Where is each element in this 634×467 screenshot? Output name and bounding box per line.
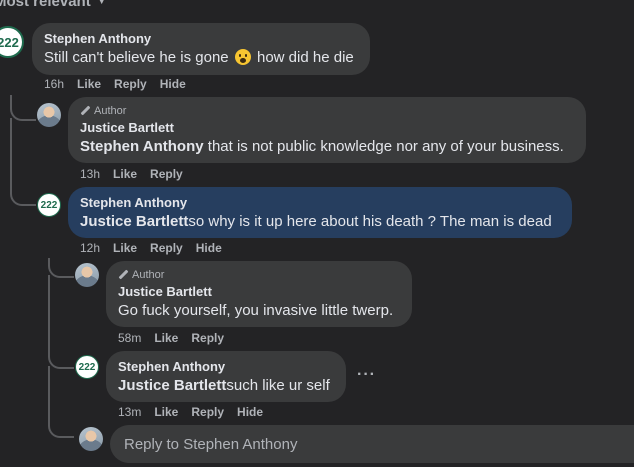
chevron-down-icon: ▼	[96, 0, 107, 7]
thread-line	[48, 275, 74, 369]
reply-button[interactable]: Reply	[191, 405, 224, 419]
mention-link[interactable]: Justice Bartlett	[118, 377, 226, 394]
avatar[interactable]: 222	[75, 355, 99, 379]
more-options-icon[interactable]: ···	[357, 366, 376, 384]
comment-actions: 12h Like Reply Hide	[80, 241, 222, 255]
avatar[interactable]	[75, 263, 99, 287]
reply-button[interactable]: Reply	[150, 167, 183, 181]
avatar[interactable]: 222	[37, 193, 61, 217]
like-button[interactable]: Like	[154, 331, 178, 345]
author-badge: Author	[118, 269, 400, 281]
comment-time[interactable]: 58m	[118, 331, 141, 345]
comment-time[interactable]: 16h	[44, 77, 64, 91]
comment-actions: 16h Like Reply Hide	[44, 77, 186, 91]
reply-button[interactable]: Reply	[114, 77, 147, 91]
comment-actions: 58m Like Reply	[118, 331, 224, 345]
comment-author[interactable]: Stephen Anthony	[44, 31, 358, 46]
comment-author[interactable]: Stephen Anthony	[80, 195, 560, 210]
like-button[interactable]: Like	[113, 167, 137, 181]
like-button[interactable]: Like	[77, 77, 101, 91]
comment-time[interactable]: 13h	[80, 167, 100, 181]
comment-text: Justice Bartlettso why is it up here abo…	[80, 213, 552, 230]
reply-button[interactable]: Reply	[191, 331, 224, 345]
avatar[interactable]: 222	[0, 26, 24, 58]
like-button[interactable]: Like	[154, 405, 178, 419]
hide-button[interactable]: Hide	[237, 405, 263, 419]
comment-bubble: Stephen Anthony Justice Bartlettsuch lik…	[106, 351, 346, 402]
comment-bubble: Stephen Anthony Justice Bartlettso why i…	[68, 187, 572, 238]
avatar[interactable]	[79, 427, 103, 451]
sort-dropdown[interactable]: Most relevant ▼	[0, 0, 107, 10]
hide-button[interactable]: Hide	[196, 241, 222, 255]
comment-author[interactable]: Justice Bartlett	[118, 284, 400, 299]
comment-text: Stephen Anthony that is not public knowl…	[80, 138, 564, 155]
comment-text: Justice Bartlettsuch like ur self	[118, 377, 330, 394]
fearful-face-icon	[234, 49, 251, 65]
comment-text: Go fuck yourself, you invasive little tw…	[118, 302, 394, 319]
thread-line	[10, 118, 36, 206]
pencil-icon	[80, 106, 90, 116]
sort-label: Most relevant	[0, 0, 91, 10]
comment-author[interactable]: Stephen Anthony	[118, 359, 334, 374]
comment-bubble: Author Justice Bartlett Go fuck yourself…	[106, 261, 412, 327]
comment-author[interactable]: Justice Bartlett	[80, 120, 574, 135]
pencil-icon	[118, 270, 128, 280]
comment-actions: 13h Like Reply	[80, 167, 183, 181]
author-badge: Author	[80, 105, 574, 117]
like-button[interactable]: Like	[113, 241, 137, 255]
reply-composer	[110, 425, 634, 463]
comment-text: Still can't believe he is gone how did h…	[44, 49, 354, 66]
mention-link[interactable]: Justice Bartlett	[80, 213, 188, 230]
thread-line	[48, 366, 74, 438]
reply-button[interactable]: Reply	[150, 241, 183, 255]
mention-link[interactable]: Stephen Anthony	[80, 138, 204, 155]
avatar[interactable]	[37, 103, 61, 127]
comment-actions: 13m Like Reply Hide	[118, 405, 263, 419]
comment-bubble: Author Justice Bartlett Stephen Anthony …	[68, 97, 586, 163]
reply-input[interactable]	[122, 434, 634, 454]
comment-bubble: Stephen Anthony Still can't believe he i…	[32, 23, 370, 75]
comment-time[interactable]: 12h	[80, 241, 100, 255]
hide-button[interactable]: Hide	[160, 77, 186, 91]
comment-time[interactable]: 13m	[118, 405, 141, 419]
